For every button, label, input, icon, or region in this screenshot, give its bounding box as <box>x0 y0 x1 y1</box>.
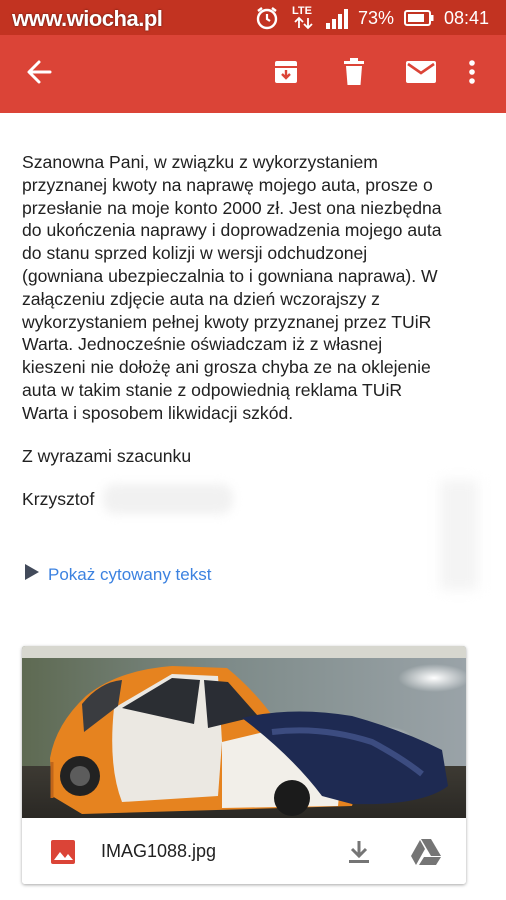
message-line: przyznanej kwoty na naprawę mojego auta,… <box>22 174 433 195</box>
closing-text: Z wyrazami szacunku <box>22 446 192 466</box>
battery-percent: 73% <box>358 8 395 28</box>
mark-unread-button[interactable] <box>401 54 441 94</box>
message-line: (gowniana ubezpieczalnia to i gowniana n… <box>22 265 438 286</box>
battery-icon <box>404 9 434 32</box>
message-line: Warta i sposobem likwidacji szkód. <box>22 402 294 423</box>
more-vert-icon <box>467 58 477 91</box>
status-bar: www.wiocha.pl LTE 73% 08:41 <box>0 0 506 35</box>
app-bar <box>0 35 506 113</box>
message-line: auta w takim stanie z odpowiednią reklam… <box>22 379 403 400</box>
message-line: Warta. Jednocześnie oświadczam iż z włas… <box>22 334 383 355</box>
lte-label: LTE <box>292 5 312 17</box>
message-line: kieszeni nie dołożę ani grosza chyba ze … <box>22 357 431 378</box>
attachment-filename: IMAG1088.jpg <box>101 841 217 861</box>
mail-icon <box>405 59 437 90</box>
drive-icon[interactable] <box>410 838 442 871</box>
play-arrow-icon <box>22 563 40 586</box>
message-body: Szanowna Pani, w związku z wykorzystanie… <box>22 151 484 425</box>
clock: 08:41 <box>444 8 490 28</box>
download-icon[interactable] <box>347 839 371 870</box>
redaction-smudge <box>440 480 478 590</box>
alarm-icon <box>254 5 280 36</box>
overflow-menu-button[interactable] <box>452 54 492 94</box>
attachment-preview-image[interactable] <box>22 646 466 818</box>
attachment-card[interactable]: IMAG1088.jpg <box>22 646 466 884</box>
show-quoted-text-label: Pokaż cytowany tekst <box>48 564 212 584</box>
signature-name: Krzysztof <box>22 489 95 509</box>
delete-button[interactable] <box>334 54 374 94</box>
message-line: wykorzystaniem pełnej kwoty przyznanej p… <box>22 311 432 332</box>
back-button[interactable] <box>19 54 59 94</box>
archive-icon <box>272 58 300 91</box>
message-line: do ukończenia naprawy i doprowadzenia mo… <box>22 220 442 241</box>
trash-icon <box>340 57 368 92</box>
message-line: przesłanie na moje konto 2000 zł. Jest o… <box>22 197 442 218</box>
message-line: załączeniu zdjęcie auta na dzień wczoraj… <box>22 288 380 309</box>
redacted-surname <box>103 484 233 514</box>
show-quoted-text-link[interactable]: Pokaż cytowany tekst <box>22 563 211 586</box>
image-icon <box>50 839 76 870</box>
lte-icon: LTE <box>290 2 318 37</box>
watermark: www.wiocha.pl <box>12 6 163 31</box>
message-line: Szanowna Pani, w związku z wykorzystanie… <box>22 152 378 172</box>
archive-button[interactable] <box>266 54 306 94</box>
message-line: do stanu sprzed kolizji w wersji odchudz… <box>22 243 368 264</box>
attachment-bar: IMAG1088.jpg <box>22 818 466 884</box>
arrow-back-icon <box>24 57 54 92</box>
signal-icon <box>324 8 352 35</box>
